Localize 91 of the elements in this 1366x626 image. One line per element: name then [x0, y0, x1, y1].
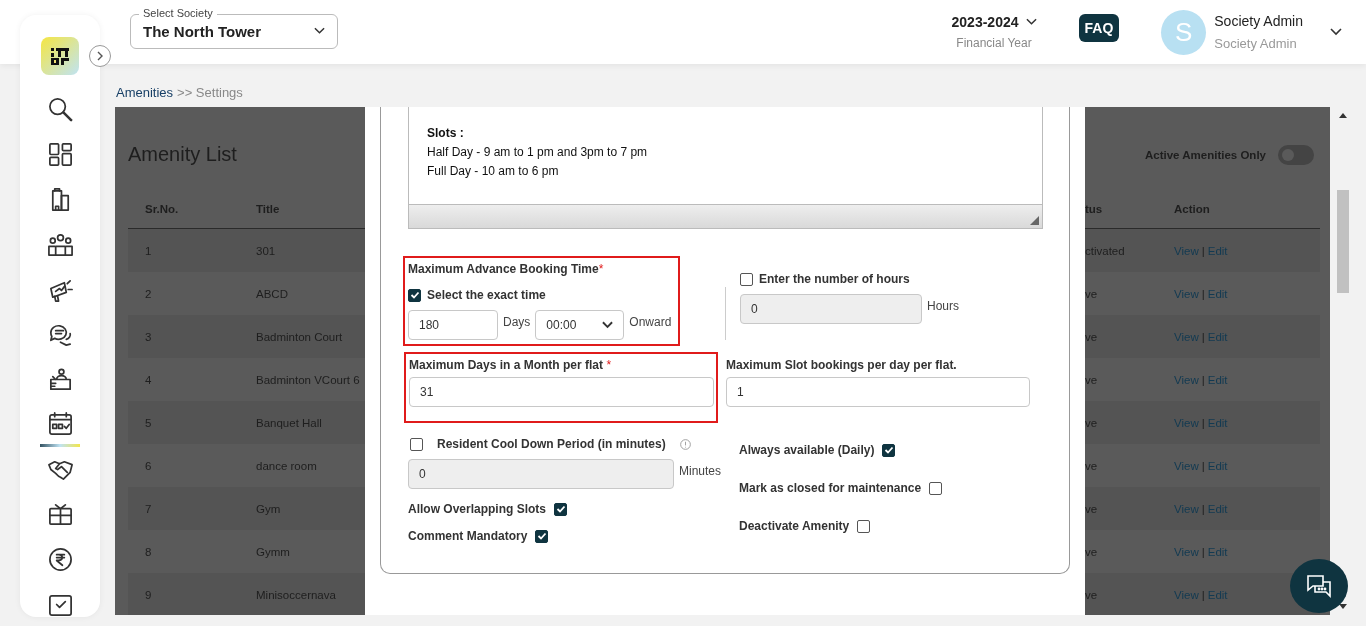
- checkbox[interactable]: [535, 529, 549, 543]
- edit-link[interactable]: Edit: [1207, 545, 1228, 558]
- field-label: Maximum Slot bookings per day per flat.: [726, 358, 958, 372]
- max-slots-input[interactable]: 1: [726, 377, 1030, 407]
- checkbox-label: Allow Overlapping Slots: [408, 502, 547, 516]
- unit-label: Onward: [629, 315, 672, 329]
- separator: |: [1201, 416, 1205, 429]
- column-header: tus: [1085, 203, 1103, 215]
- edit-link[interactable]: Edit: [1207, 459, 1228, 472]
- filter-label: Active Amenities Only: [1145, 148, 1266, 161]
- field-label: Maximum Days in a Month per flat *: [409, 358, 613, 372]
- table-cell: Badminton VCourt 6: [256, 373, 360, 386]
- chat-bubbles-icon: [1305, 573, 1333, 599]
- separator: |: [1201, 588, 1205, 601]
- financial-year-caption: Financial Year: [956, 36, 1032, 50]
- unit-label: Days: [503, 315, 531, 329]
- breadcrumb-current: >> Settings: [177, 84, 243, 100]
- checkbox[interactable]: [882, 443, 896, 457]
- resize-grip-icon[interactable]: [1030, 216, 1039, 225]
- edit-link[interactable]: Edit: [1207, 330, 1228, 343]
- unit-label: Hours: [927, 299, 959, 313]
- view-link[interactable]: View: [1174, 502, 1199, 515]
- user-role: Society Admin: [1214, 36, 1298, 51]
- faq-button[interactable]: FAQ: [1078, 14, 1120, 42]
- chevron-right-icon: [96, 51, 104, 61]
- table-cell: 4: [145, 373, 152, 386]
- checkbox[interactable]: [554, 502, 568, 516]
- edit-link[interactable]: Edit: [1207, 502, 1228, 515]
- view-link[interactable]: View: [1174, 545, 1199, 558]
- description-editor[interactable]: Slots : Half Day - 9 am to 1 pm and 3pm to 7 pm Full Day - 10 am to 6 pm: [408, 107, 1043, 229]
- separator: |: [1201, 502, 1205, 515]
- rupee-icon: [46, 546, 74, 573]
- checkbox[interactable]: [857, 519, 871, 533]
- breadcrumb-link[interactable]: Amenities: [116, 84, 174, 100]
- separator: |: [1201, 244, 1205, 257]
- table-cell: Gymm: [256, 545, 290, 558]
- chevron-down-icon: [314, 27, 325, 35]
- user-name: Society Admin: [1214, 13, 1303, 29]
- view-link[interactable]: View: [1174, 287, 1199, 300]
- app-logo[interactable]: [41, 37, 79, 75]
- page-title: Amenity List: [128, 143, 237, 166]
- max-days-input[interactable]: 31: [409, 377, 714, 407]
- separator: |: [1201, 545, 1205, 558]
- time-select[interactable]: 00:00: [535, 310, 625, 340]
- checkbox-label: Comment Mandatory: [408, 529, 528, 543]
- field-label: Maximum Advance Booking Time*: [408, 262, 605, 276]
- view-link[interactable]: View: [1174, 330, 1199, 343]
- chevron-down-icon: [1330, 28, 1342, 36]
- dashboard-icon: [46, 141, 74, 168]
- column-header: Sr.No.: [145, 203, 179, 215]
- gift-box-icon: [46, 501, 74, 528]
- table-cell: 8: [145, 545, 152, 558]
- separator: |: [1201, 287, 1205, 300]
- checkbox-label: Deactivate Amenity: [739, 519, 850, 533]
- scroll-down-arrow-icon[interactable]: [1339, 604, 1347, 609]
- table-cell: 2: [145, 287, 152, 300]
- days-input[interactable]: 180: [408, 310, 498, 340]
- view-link[interactable]: View: [1174, 373, 1199, 386]
- view-link[interactable]: View: [1174, 244, 1199, 257]
- checkbox-label: Select the exact time: [427, 288, 546, 302]
- people-icon: [46, 231, 74, 258]
- unit-label: Minutes: [679, 464, 722, 478]
- edit-link[interactable]: Edit: [1207, 287, 1228, 300]
- user-avatar: S: [1161, 9, 1207, 55]
- edit-link[interactable]: Edit: [1207, 588, 1228, 601]
- edit-link[interactable]: Edit: [1207, 416, 1228, 429]
- edit-link[interactable]: Edit: [1207, 244, 1228, 257]
- checkbox-label: Mark as closed for maintenance: [739, 481, 922, 495]
- separator: |: [1201, 373, 1205, 386]
- table-cell: dance room: [256, 459, 317, 472]
- column-header: Action: [1174, 203, 1210, 215]
- view-link[interactable]: View: [1174, 588, 1199, 601]
- checkbox[interactable]: [929, 481, 943, 495]
- scroll-thumb[interactable]: [1337, 190, 1349, 293]
- view-link[interactable]: View: [1174, 459, 1199, 472]
- edit-link[interactable]: Edit: [1207, 373, 1228, 386]
- view-link[interactable]: View: [1174, 416, 1199, 429]
- scroll-up-arrow-icon[interactable]: [1339, 113, 1347, 118]
- separator: |: [1201, 330, 1205, 343]
- column-header: Title: [256, 203, 280, 215]
- calendar-icon: [46, 409, 74, 437]
- checkbox-label: Always available (Daily): [739, 443, 875, 457]
- checkbox-label: Resident Cool Down Period (in minutes): [437, 437, 666, 451]
- chevron-down-icon: [1025, 18, 1037, 26]
- search-icon: [46, 96, 74, 123]
- checkbox[interactable]: [408, 288, 421, 302]
- financial-year-select[interactable]: 2023-2024: [951, 14, 1019, 30]
- checkbox-label: Enter the number of hours: [759, 272, 910, 286]
- chevron-down-icon: [602, 321, 614, 329]
- table-cell: ABCD: [256, 287, 288, 300]
- separator: |: [1201, 459, 1205, 472]
